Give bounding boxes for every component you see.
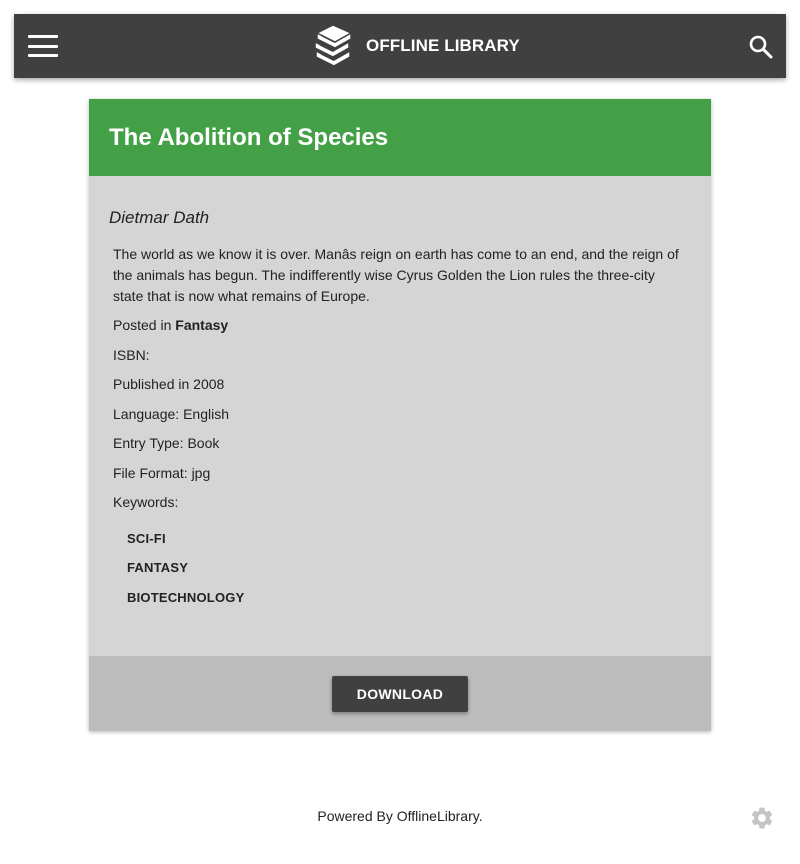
book-file-format: File Format: jpg [113, 464, 211, 481]
book-title: The Abolition of Species [109, 123, 389, 151]
book-author: Dietmar Dath [109, 208, 210, 227]
keyword-item[interactable]: BIOTECHNOLOGY [127, 587, 691, 617]
book-isbn: ISBN: [109, 345, 691, 375]
app-title: OFFLINE LIBRARY [366, 36, 520, 55]
books-stack-icon [314, 24, 352, 67]
category-link[interactable]: Fantasy [175, 317, 228, 333]
book-description: The world as we know it is over. Manâs r… [113, 246, 679, 304]
brand[interactable]: OFFLINE LIBRARY [310, 24, 520, 68]
book-published: Published in 2008 [113, 376, 225, 392]
search-icon[interactable] [748, 34, 774, 60]
keyword-item[interactable]: SCI-FI [127, 528, 691, 558]
book-category: Posted in Fantasy [109, 315, 691, 345]
book-card-header: The Abolition of Species [89, 99, 711, 176]
posted-in-label: Posted in [113, 317, 172, 333]
isbn-label: ISBN: [113, 346, 150, 363]
keyword-list: SCI-FI FANTASY BIOTECHNOLOGY [109, 528, 691, 617]
powered-by-text: Powered By OfflineLibrary. [317, 808, 483, 824]
book-language: Language: English [113, 405, 229, 422]
book-card: The Abolition of Species Dietmar Dath Th… [89, 99, 711, 731]
book-card-actions: DOWNLOAD [89, 656, 711, 731]
top-app-bar: OFFLINE LIBRARY [14, 14, 786, 78]
book-details: Dietmar Dath The world as we know it is … [89, 176, 711, 616]
gear-icon[interactable] [749, 805, 775, 831]
download-button[interactable]: DOWNLOAD [332, 675, 468, 712]
keywords-label: Keywords: [113, 494, 179, 510]
book-entry-type: Entry Type: Book [113, 435, 220, 451]
hamburger-menu-icon[interactable] [28, 35, 58, 57]
keyword-item[interactable]: FANTASY [127, 557, 691, 587]
